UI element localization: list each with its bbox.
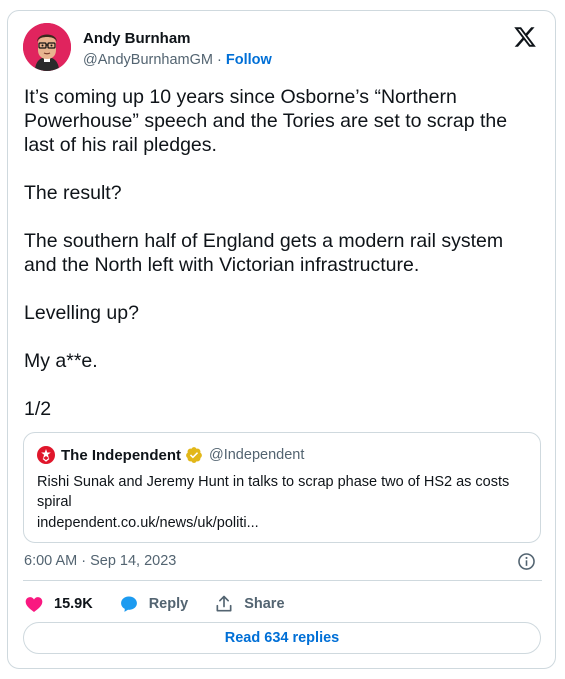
tweet-text: It’s coming up 10 years since Osborne’s … — [24, 85, 539, 445]
reply-bubble-icon — [120, 596, 137, 612]
reply-label: Reply — [148, 596, 189, 612]
independent-logo-icon — [37, 446, 55, 464]
tweet-card: Andy Burnham @AndyBurnhamGM · Follow It’… — [7, 10, 556, 669]
share-icon — [216, 595, 232, 612]
quote-header: The Independent @Independent — [37, 445, 527, 465]
author-name[interactable]: Andy Burnham — [83, 30, 191, 47]
tweet-paragraph: Levelling up? — [24, 302, 139, 324]
share-label: Share — [244, 596, 285, 612]
action-bar: 15.9K Reply Share — [24, 593, 311, 615]
like-count: 15.9K — [54, 596, 93, 612]
author-line: @AndyBurnhamGM · Follow — [83, 52, 272, 68]
tweet-paragraph: It’s coming up 10 years since Osborne’s … — [24, 86, 508, 156]
read-replies-button[interactable]: Read 634 replies — [23, 622, 541, 654]
verified-badge-icon — [186, 447, 202, 463]
reply-button[interactable]: Reply — [119, 594, 189, 614]
tweet-paragraph: The result? — [24, 182, 122, 204]
heart-icon — [25, 597, 43, 612]
tweet-paragraph: My a**e. — [24, 350, 98, 372]
separator-dot: · — [217, 52, 222, 68]
quote-link[interactable]: independent.co.uk/news/uk/politi... — [37, 513, 527, 533]
like-button[interactable]: 15.9K — [24, 594, 93, 614]
x-logo-icon[interactable] — [513, 25, 537, 49]
quoted-tweet[interactable]: The Independent @Independent Rishi Sunak… — [23, 432, 541, 543]
divider — [23, 580, 542, 581]
tweet-paragraph: 1/2 — [24, 398, 52, 420]
quote-text: Rishi Sunak and Jeremy Hunt in talks to … — [37, 474, 510, 510]
tweet-paragraph: The southern half of England gets a mode… — [24, 230, 504, 276]
share-button[interactable]: Share — [214, 594, 285, 614]
avatar[interactable] — [23, 23, 71, 71]
tweet-timestamp[interactable]: 6:00 AM · Sep 14, 2023 — [24, 553, 176, 569]
info-icon[interactable] — [517, 552, 536, 571]
author-handle[interactable]: @AndyBurnhamGM — [83, 52, 213, 68]
quote-author-handle: @Independent — [209, 447, 305, 463]
follow-button[interactable]: Follow — [226, 52, 272, 68]
quote-author-name: The Independent — [61, 446, 181, 464]
